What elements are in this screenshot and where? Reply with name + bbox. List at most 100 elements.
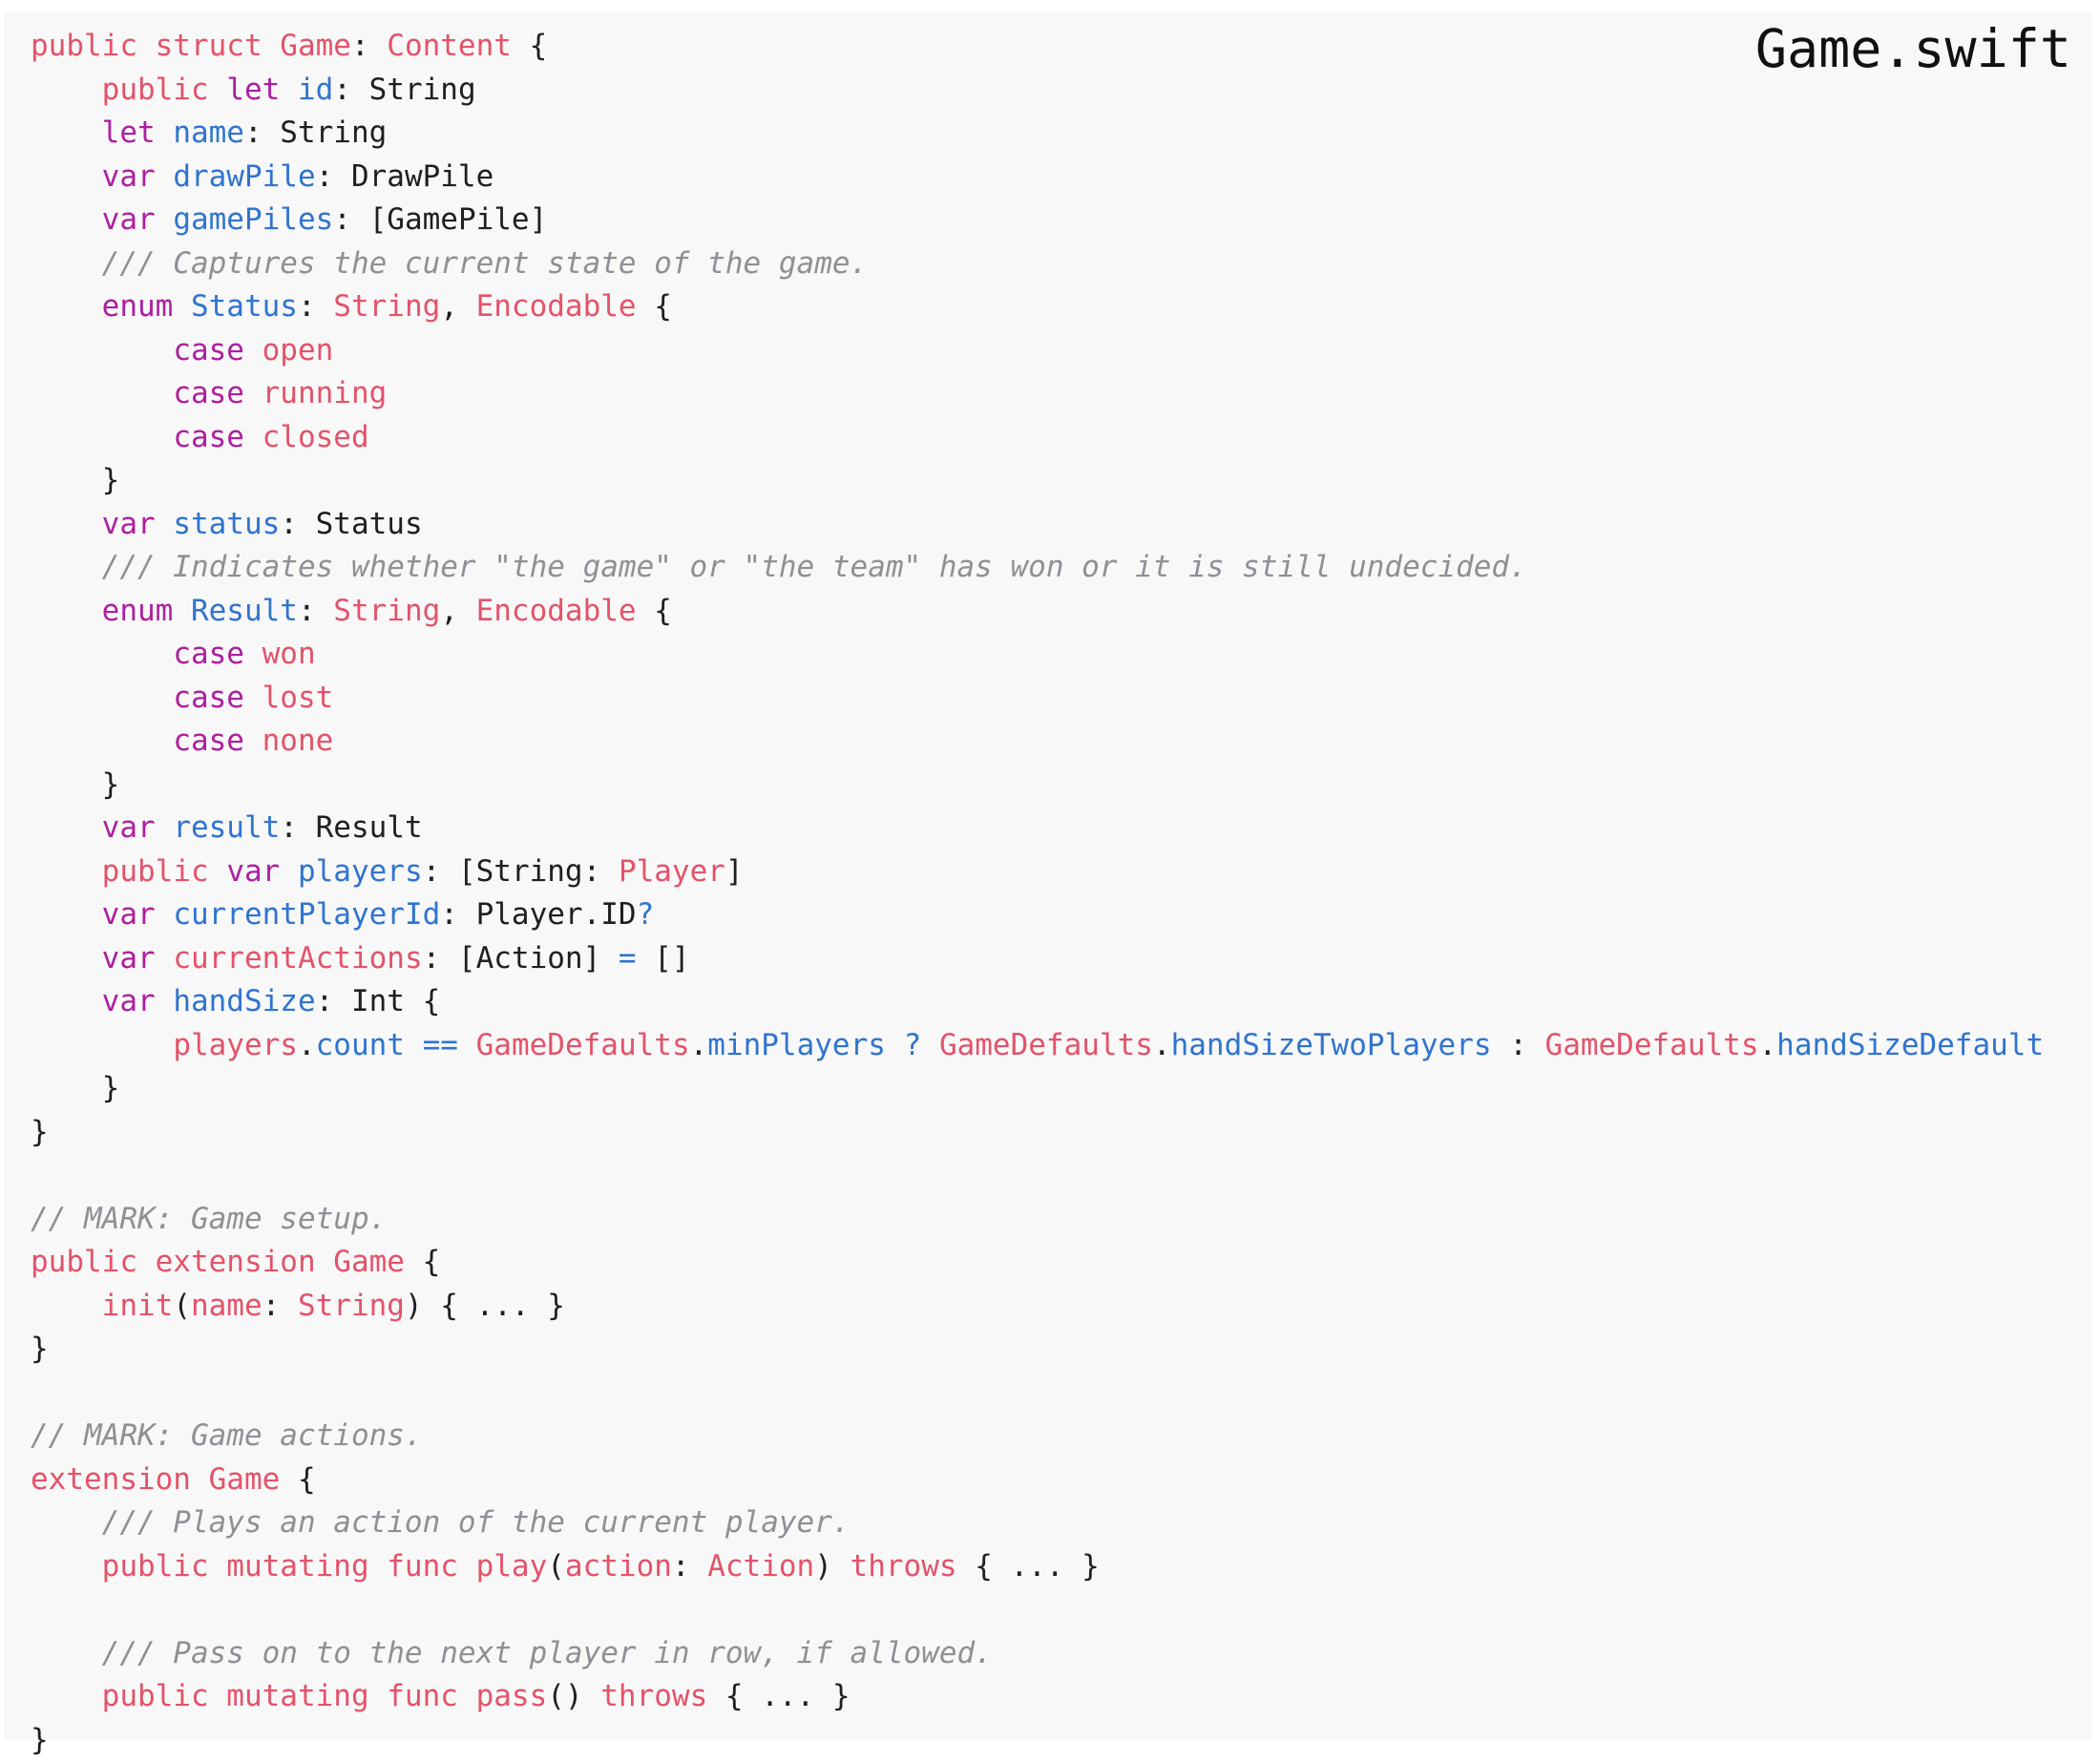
code-line: /// Captures the current state of the ga… — [31, 242, 2044, 286]
code-token-plain — [31, 333, 173, 367]
code-token-type: String — [298, 1289, 405, 1323]
code-line: public let id: String — [31, 69, 2044, 113]
code-block[interactable]: public struct Game: Content { public let… — [31, 25, 2044, 1762]
code-token-plain — [31, 897, 102, 932]
code-line: // MARK: Game setup. — [31, 1198, 2044, 1242]
code-token-kw: var — [102, 984, 174, 1018]
code-token-plain — [31, 507, 102, 541]
code-line: public mutating func pass() throws { ...… — [31, 1675, 2044, 1719]
code-token-type: pass — [476, 1679, 548, 1713]
code-line: } — [31, 1111, 2044, 1155]
code-token-prop: minPlayers — [707, 1028, 886, 1062]
code-token-kw2: public mutating func — [102, 1679, 476, 1713]
code-token-kw: case — [173, 333, 262, 367]
code-token-id: status — [173, 507, 280, 541]
code-token-case: running — [262, 376, 388, 410]
code-token-plain: : — [1492, 1028, 1545, 1062]
code-token-kw2: public — [102, 854, 227, 889]
code-token-kw2: throws — [850, 1549, 957, 1584]
code-token-plain — [31, 420, 173, 454]
code-token-prop: handSizeDefault — [1776, 1028, 2044, 1062]
code-token-kw: var — [102, 897, 174, 932]
code-token-kw: case — [173, 376, 262, 410]
code-token-plain: } — [31, 1332, 49, 1366]
code-token-op: == — [423, 1028, 458, 1062]
code-token-plain — [31, 941, 102, 975]
code-token-plain: : — [351, 29, 387, 63]
code-token-kw: var — [226, 854, 298, 889]
code-token-plain: } — [31, 1115, 49, 1149]
code-line: } — [31, 1067, 2044, 1111]
code-token-plain — [31, 246, 102, 281]
code-token-kw: let — [226, 73, 298, 107]
code-token-plain: . — [298, 1028, 316, 1062]
code-line: case won — [31, 633, 2044, 677]
code-token-type: name — [191, 1289, 262, 1323]
code-token-plain — [31, 376, 173, 410]
code-token-plain: { ... } — [957, 1549, 1100, 1584]
code-token-plain — [31, 1549, 102, 1584]
code-line — [31, 1372, 2044, 1416]
code-token-type: players — [173, 1028, 298, 1062]
code-line: } — [31, 1719, 2044, 1762]
code-token-case: none — [262, 724, 334, 758]
code-token-plain: { — [405, 1245, 440, 1279]
code-line: case running — [31, 372, 2044, 416]
code-line: } — [31, 459, 2044, 503]
code-token-plain — [31, 202, 102, 237]
code-token-kw: let — [102, 115, 174, 150]
code-token-plain — [31, 1679, 102, 1713]
code-line: var gamePiles: [GamePile] — [31, 199, 2044, 242]
code-token-type: Game — [333, 1245, 405, 1279]
code-token-case: open — [262, 333, 334, 367]
code-token-plain: : [String: — [423, 854, 619, 889]
code-line: /// Plays an action of the current playe… — [31, 1501, 2044, 1545]
code-line: var currentPlayerId: Player.ID? — [31, 893, 2044, 937]
code-token-op: ? — [904, 1028, 922, 1062]
code-token-kw: case — [173, 724, 262, 758]
code-token-comment: /// Pass on to the next player in row, i… — [102, 1636, 993, 1670]
code-token-plain: : Int { — [316, 984, 441, 1018]
code-line: case none — [31, 720, 2044, 764]
code-line: } — [31, 764, 2044, 808]
code-token-comment: /// Indicates whether "the game" or "the… — [102, 550, 1527, 584]
code-token-plain: { — [637, 289, 672, 324]
code-token-type: Encodable — [476, 289, 637, 324]
code-token-plain — [31, 159, 102, 194]
code-token-plain — [31, 810, 102, 845]
code-token-plain: . — [1759, 1028, 1777, 1062]
code-token-kw: case — [173, 420, 262, 454]
code-token-kw2: init — [102, 1289, 174, 1323]
code-token-kw: var — [102, 810, 174, 845]
code-line: /// Pass on to the next player in row, i… — [31, 1632, 2044, 1676]
code-token-plain — [31, 115, 102, 150]
code-token-plain — [31, 594, 102, 628]
code-token-plain — [31, 1505, 102, 1540]
code-line: init(name: String) { ... } — [31, 1285, 2044, 1329]
code-token-plain — [31, 289, 102, 324]
code-editor-panel: Game.swift public struct Game: Content {… — [4, 11, 2092, 1739]
code-token-kw: case — [173, 681, 262, 715]
code-token-plain: { ... } — [707, 1679, 850, 1713]
code-token-kw: var — [102, 202, 174, 237]
code-line: case closed — [31, 416, 2044, 460]
code-line: var status: Status — [31, 503, 2044, 547]
code-token-kw2: public struct — [31, 29, 280, 63]
code-token-kw2: extension — [31, 1462, 209, 1497]
code-line: // MARK: Game actions. — [31, 1415, 2044, 1458]
code-line: enum Result: String, Encodable { — [31, 590, 2044, 634]
code-token-prop: handSizeTwoPlayers — [1171, 1028, 1492, 1062]
code-line: var result: Result — [31, 807, 2044, 850]
code-token-kw: case — [173, 637, 262, 671]
code-token-id: Status — [191, 289, 298, 324]
code-token-plain: : — [298, 289, 333, 324]
code-line: extension Game { — [31, 1458, 2044, 1502]
code-token-plain: } — [31, 463, 119, 497]
code-token-type: Game — [280, 29, 351, 63]
code-token-plain: : — [672, 1549, 707, 1584]
code-token-type: play — [476, 1549, 548, 1584]
code-token-plain: , — [440, 289, 475, 324]
code-token-plain: . — [1153, 1028, 1171, 1062]
code-token-type: String — [333, 594, 440, 628]
code-token-type: String — [333, 289, 440, 324]
